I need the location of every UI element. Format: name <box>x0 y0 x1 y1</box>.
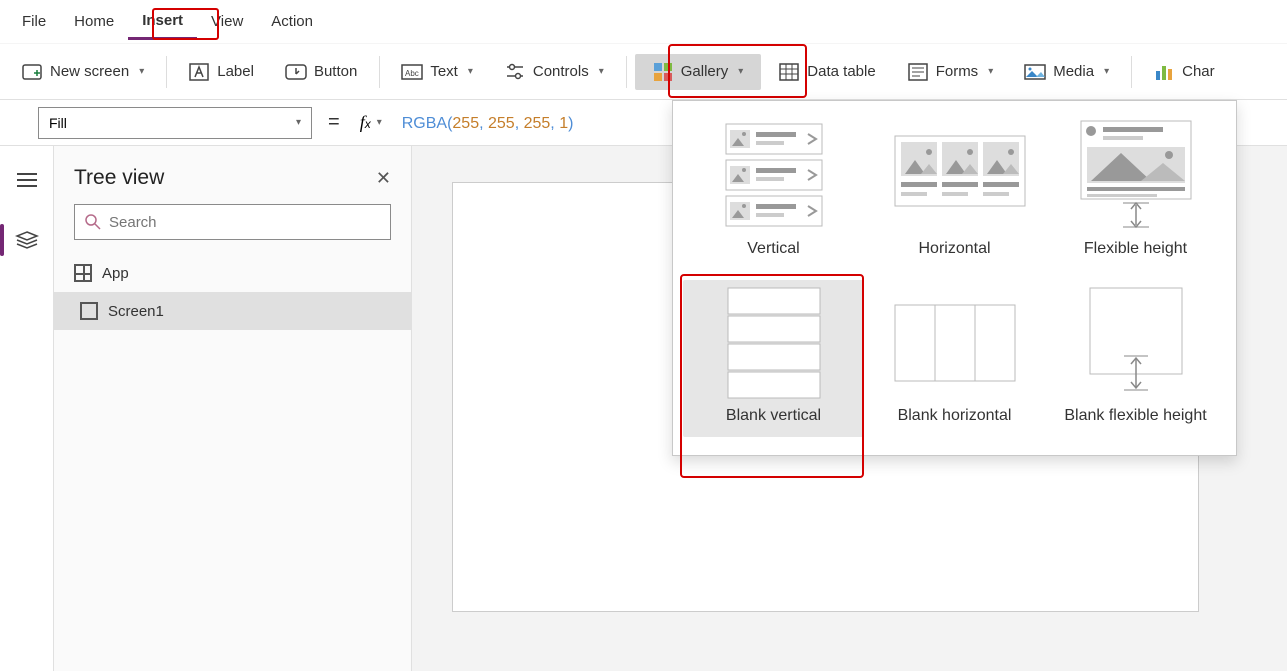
tree-list: App Screen1 <box>54 254 411 330</box>
text-button[interactable]: Abc Text ▾ <box>388 54 487 90</box>
media-button[interactable]: Media ▾ <box>1011 54 1123 90</box>
gallery-button[interactable]: Gallery ▾ <box>635 54 762 90</box>
new-screen-label: New screen <box>50 63 129 80</box>
tree-item-screen1[interactable]: Screen1 <box>54 292 411 330</box>
forms-label: Forms <box>936 63 979 80</box>
chevron-down-icon: ▾ <box>738 66 743 77</box>
separator <box>626 56 627 88</box>
separator <box>166 56 167 88</box>
forms-button[interactable]: Forms ▾ <box>894 54 1008 90</box>
equals-sign: = <box>320 111 348 134</box>
gallery-option-label: Blank flexible height <box>1064 406 1206 427</box>
property-selector[interactable]: Fill ▾ <box>38 107 312 139</box>
gallery-option-flexible-height[interactable]: Flexible height <box>1045 113 1226 270</box>
button-icon <box>286 62 306 82</box>
app-icon <box>74 264 92 282</box>
chevron-down-icon: ▾ <box>988 66 993 77</box>
hamburger-button[interactable] <box>5 158 49 202</box>
insert-toolbar: New screen ▾ Label Button Abc Text ▾ Con… <box>0 44 1287 100</box>
search-input[interactable] <box>109 214 380 231</box>
label-label: Label <box>217 63 254 80</box>
chevron-down-icon: ▾ <box>296 117 301 128</box>
chevron-down-icon: ▾ <box>139 66 144 77</box>
controls-label: Controls <box>533 63 589 80</box>
data-table-button[interactable]: Data table <box>765 54 889 90</box>
text-label: Text <box>430 63 458 80</box>
panel-title: Tree view <box>74 166 164 190</box>
gallery-option-vertical[interactable]: Vertical <box>683 113 864 270</box>
controls-icon <box>505 62 525 82</box>
thumb-vertical <box>714 121 834 231</box>
chevron-down-icon: ▾ <box>468 66 473 77</box>
text-icon: Abc <box>402 62 422 82</box>
menu-action[interactable]: Action <box>257 5 327 38</box>
thumb-blank-horizontal <box>895 288 1015 398</box>
gallery-option-blank-flexible-height[interactable]: Blank flexible height <box>1045 280 1226 437</box>
fx-button[interactable]: fx ▾ <box>356 112 386 133</box>
gallery-option-blank-horizontal[interactable]: Blank horizontal <box>864 280 1045 437</box>
chevron-down-icon: ▾ <box>1104 66 1109 77</box>
gallery-option-label: Horizontal <box>918 239 990 260</box>
gallery-option-horizontal[interactable]: Horizontal <box>864 113 1045 270</box>
tree-item-label: Screen1 <box>108 303 164 320</box>
label-button[interactable]: Label <box>175 54 268 90</box>
thumb-horizontal <box>895 121 1015 231</box>
gallery-option-label: Blank vertical <box>726 406 821 427</box>
gallery-dropdown: Vertical Horizontal Flexible height <box>672 100 1237 456</box>
data-table-label: Data table <box>807 63 875 80</box>
menu-insert[interactable]: Insert <box>128 4 197 40</box>
chart-label: Char <box>1182 63 1215 80</box>
tree-item-label: App <box>102 265 129 282</box>
screen-icon <box>22 62 42 82</box>
menu-view[interactable]: View <box>197 5 257 38</box>
button-label: Button <box>314 63 357 80</box>
thumb-blank-flexible-height <box>1076 288 1196 398</box>
media-label: Media <box>1053 63 1094 80</box>
button-button[interactable]: Button <box>272 54 371 90</box>
gallery-icon <box>653 62 673 82</box>
forms-icon <box>908 62 928 82</box>
controls-button[interactable]: Controls ▾ <box>491 54 618 90</box>
separator <box>379 56 380 88</box>
svg-text:Abc: Abc <box>405 69 419 78</box>
menu-home[interactable]: Home <box>60 5 128 38</box>
tree-view-panel: Tree view ✕ App Screen1 <box>54 146 412 671</box>
gallery-option-label: Blank horizontal <box>898 406 1012 427</box>
formula-fn: RGBA <box>402 115 447 132</box>
chevron-down-icon: ▾ <box>599 66 604 77</box>
tree-item-app[interactable]: App <box>54 254 411 292</box>
thumb-flexible-height <box>1076 121 1196 231</box>
gallery-label: Gallery <box>681 63 729 80</box>
gallery-option-blank-vertical[interactable]: Blank vertical <box>683 280 864 437</box>
chart-icon <box>1154 62 1174 82</box>
new-screen-button[interactable]: New screen ▾ <box>8 54 158 90</box>
gallery-option-label: Flexible height <box>1084 239 1187 260</box>
chart-button[interactable]: Char <box>1140 54 1229 90</box>
hamburger-icon <box>17 172 37 188</box>
search-icon <box>85 214 101 230</box>
gallery-option-label: Vertical <box>747 239 799 260</box>
menu-bar: File Home Insert View Action <box>0 0 1287 44</box>
data-table-icon <box>779 62 799 82</box>
tree-view-rail-button[interactable] <box>5 218 49 262</box>
close-icon[interactable]: ✕ <box>376 168 391 189</box>
media-icon <box>1025 62 1045 82</box>
label-icon <box>189 62 209 82</box>
screen-icon <box>80 302 98 320</box>
left-rail <box>0 146 54 671</box>
property-name: Fill <box>49 115 67 131</box>
thumb-blank-vertical <box>714 288 834 398</box>
chevron-down-icon: ▾ <box>377 117 382 128</box>
search-box[interactable] <box>74 204 391 240</box>
separator <box>1131 56 1132 88</box>
layers-icon <box>16 231 38 249</box>
menu-file[interactable]: File <box>8 5 60 38</box>
